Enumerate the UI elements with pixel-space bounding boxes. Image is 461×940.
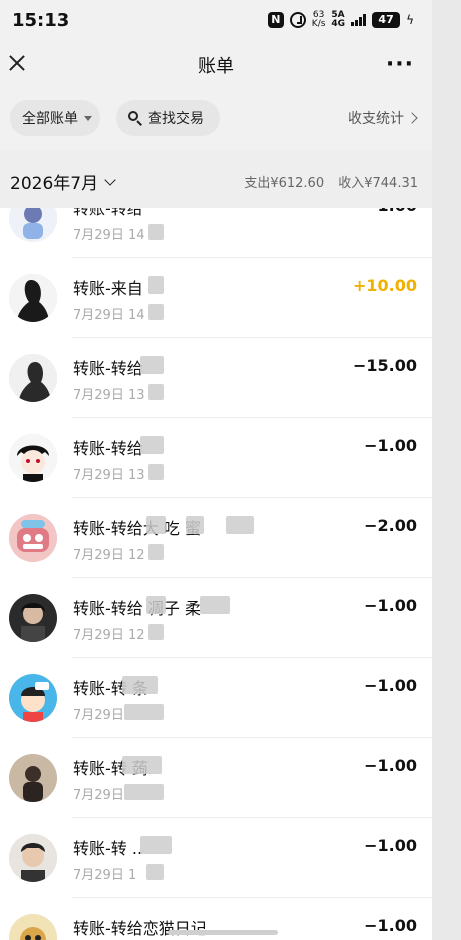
privacy-mosaic (148, 384, 164, 400)
background-strip (432, 0, 461, 940)
transaction-row[interactable]: 转账-转给 凋子 柔 7月29日 12 −1.00 (0, 578, 432, 658)
avatar (9, 914, 57, 940)
more-options-icon[interactable]: ··· (386, 52, 414, 77)
transaction-amount: −1.00 (364, 836, 417, 855)
income-expense-stats-link[interactable]: 收支统计 (348, 108, 418, 128)
status-time: 15:13 (12, 10, 70, 31)
home-indicator[interactable] (168, 930, 278, 935)
privacy-mosaic (146, 864, 164, 880)
transaction-amount: +10.00 (352, 276, 417, 295)
transaction-time: 7月29日 (73, 708, 124, 723)
privacy-mosaic (148, 624, 164, 640)
transaction-title: 转账-转给 (73, 439, 143, 458)
transaction-time: 7月29日 (73, 788, 124, 803)
transaction-title: 转账-来自 (73, 279, 143, 298)
transaction-time: 7月29日 14 (73, 228, 145, 243)
transaction-row[interactable]: 转账-转给 7月29日 13 −1.00 (0, 418, 432, 498)
transaction-title: 转账-转给 (73, 359, 143, 378)
network-type: 5A 4G (331, 10, 346, 29)
chevron-down-icon (104, 173, 116, 186)
transaction-list: 转账-转给 7月29日 14 -1.00 转账-来自 7月29日 14 +10.… (0, 178, 432, 940)
transaction-time: 7月29日 14 (73, 308, 145, 323)
transaction-title: 转账-转 .. (73, 839, 143, 858)
transaction-amount: −1.00 (364, 916, 417, 935)
search-label: 查找交易 (148, 111, 204, 127)
transaction-row[interactable]: 转账-转给 7月29日 13 −15.00 (0, 338, 432, 418)
month-expense: 支出¥612.60 (244, 176, 325, 191)
privacy-mosaic (140, 356, 164, 374)
month-totals: 支出¥612.60 收入¥744.31 (234, 172, 418, 191)
privacy-mosaic (122, 756, 162, 774)
avatar (9, 594, 57, 642)
avatar (9, 354, 57, 402)
avatar (9, 274, 57, 322)
transaction-amount: −1.00 (364, 756, 417, 775)
privacy-mosaic (226, 516, 254, 534)
privacy-mosaic (148, 464, 164, 480)
search-icon (128, 111, 142, 125)
title-bar: 账单 ··· (0, 40, 432, 88)
transaction-amount: −1.00 (364, 596, 417, 615)
page-title: 账单 (198, 56, 234, 77)
privacy-mosaic (146, 516, 166, 534)
avatar (9, 834, 57, 882)
transaction-row[interactable]: 转账-转 条 7月29日 −1.00 (0, 658, 432, 738)
caret-down-icon (84, 115, 92, 121)
privacy-mosaic (148, 304, 164, 320)
privacy-mosaic (124, 784, 164, 800)
transaction-time: 7月29日 13 (73, 468, 145, 483)
transaction-title: 转账-转给 凋子 柔 (73, 599, 201, 618)
chevron-right-icon (406, 112, 418, 124)
transaction-time: 7月29日 13 (73, 388, 145, 403)
privacy-mosaic (148, 224, 164, 240)
nfc-icon: N (267, 12, 284, 28)
transaction-time: 7月29日 12 (73, 548, 145, 563)
privacy-mosaic (124, 704, 164, 720)
transaction-amount: −1.00 (364, 676, 417, 695)
avatar (9, 674, 57, 722)
alarm-icon (289, 12, 306, 28)
transaction-row[interactable]: 转账-转 .. 7月29日 1 −1.00 (0, 818, 432, 898)
all-bills-label: 全部账单 (22, 111, 78, 127)
net-speed: 63 K/s (311, 10, 326, 29)
avatar (9, 754, 57, 802)
stats-label: 收支统计 (348, 111, 404, 127)
transaction-amount: −15.00 (352, 356, 417, 375)
month-selector[interactable]: 2026年7月 (10, 169, 116, 194)
battery-icon: 47 (372, 12, 401, 28)
transaction-amount: −1.00 (364, 436, 417, 455)
transaction-amount: −2.00 (364, 516, 417, 535)
search-transactions-button[interactable]: 查找交易 (116, 100, 220, 136)
transaction-row[interactable]: 转账-转给大 吃 蜜 7月29日 12 −2.00 (0, 498, 432, 578)
transaction-title: 转账-转给恋猫日记 (73, 919, 207, 938)
transaction-row[interactable]: 转账-转 蒟 7月29日 −1.00 (0, 738, 432, 818)
status-icons: N 63 K/s 5A 4G 47 ϟ (267, 10, 414, 29)
transaction-title: 转账-转给大 吃 蜜 (73, 519, 201, 538)
privacy-mosaic (140, 836, 172, 854)
bill-app: 15:13 N 63 K/s 5A 4G 47 ϟ 账单 ··· 全部账单 查找… (0, 0, 432, 940)
privacy-mosaic (140, 436, 164, 454)
privacy-mosaic (148, 544, 164, 560)
avatar (9, 514, 57, 562)
privacy-mosaic (122, 676, 158, 694)
status-bar: 15:13 N 63 K/s 5A 4G 47 ϟ (0, 0, 432, 40)
privacy-mosaic (146, 596, 166, 614)
signal-icon (351, 14, 367, 26)
month-header: 2026年7月 支出¥612.60 收入¥744.31 (0, 150, 432, 208)
charging-icon: ϟ (406, 13, 414, 27)
month-income: 收入¥744.31 (338, 176, 418, 191)
filter-bar: 全部账单 查找交易 收支统计 (0, 88, 432, 150)
privacy-mosaic (200, 596, 230, 614)
transaction-row[interactable]: 转账-来自 7月29日 14 +10.00 (0, 258, 432, 338)
all-bills-dropdown[interactable]: 全部账单 (10, 100, 100, 136)
avatar (9, 434, 57, 482)
transaction-time: 7月29日 1 (73, 868, 137, 883)
privacy-mosaic (186, 516, 204, 534)
transaction-time: 7月29日 12 (73, 628, 145, 643)
privacy-mosaic (148, 276, 164, 294)
month-label: 2026年7月 (10, 174, 99, 194)
